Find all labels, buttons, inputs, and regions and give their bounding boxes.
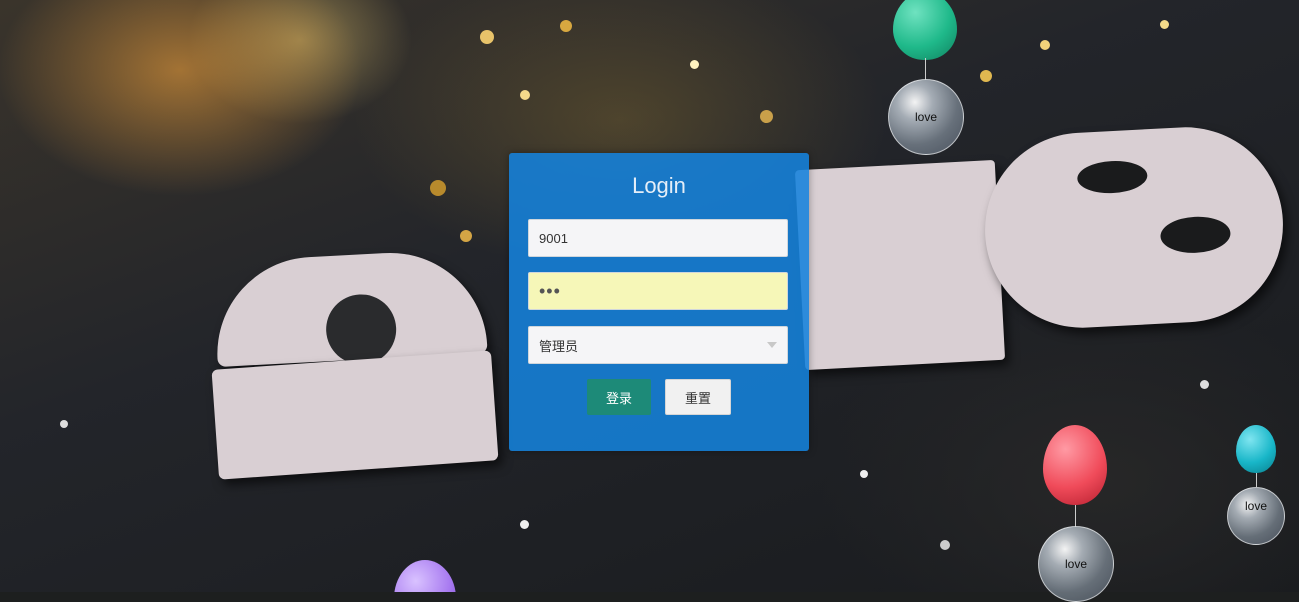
glitter-dot: [460, 230, 472, 242]
reset-button[interactable]: 重置: [665, 379, 731, 415]
login-title: Login: [632, 173, 686, 198]
digit-2-top: [212, 248, 488, 367]
glitter-dot: [560, 20, 572, 32]
digit-8: [980, 122, 1288, 333]
login-button[interactable]: 登录: [587, 379, 651, 415]
password-input[interactable]: [528, 272, 788, 310]
digit-2-base: [211, 350, 499, 480]
floating-balloon[interactable]: love: [1226, 425, 1286, 550]
glitter-dot: [980, 70, 992, 82]
digit-1: [794, 159, 1006, 371]
glitter-dot: [1040, 40, 1050, 50]
love-bubble: love: [1038, 526, 1114, 602]
floating-balloon[interactable]: love: [1036, 423, 1116, 602]
bubble-label: love: [914, 110, 937, 124]
login-panel: Login 管理员 登录 重置: [509, 153, 809, 451]
glitter-dot: [520, 90, 530, 100]
glitter-dot: [60, 420, 68, 428]
balloon-purple-icon: [394, 560, 456, 592]
balloon-green-icon: [893, 0, 957, 60]
glitter-dot: [480, 30, 494, 44]
bubble-label: love: [1064, 557, 1087, 571]
role-select[interactable]: 管理员: [528, 326, 788, 364]
glitter-dot: [1200, 380, 1209, 389]
glitter-dot: [520, 520, 529, 529]
username-input[interactable]: [528, 219, 788, 257]
glitter-dot: [690, 60, 699, 69]
glitter-dot: [760, 110, 773, 123]
balloon-string: [1256, 473, 1257, 487]
glitter-dot: [1160, 20, 1169, 29]
love-bubble: love: [1227, 487, 1285, 545]
bubble-label: love: [1244, 499, 1267, 513]
balloon-teal-icon: [1236, 425, 1276, 473]
floating-balloon[interactable]: love: [888, 0, 968, 160]
dropdown-arrow-icon: [767, 342, 777, 348]
glitter-dot: [860, 470, 868, 478]
glitter-dot: [940, 540, 950, 550]
love-bubble: love: [888, 79, 964, 155]
balloon-red-icon: [1043, 425, 1107, 505]
balloon-string: [925, 58, 926, 80]
balloon-string: [1075, 505, 1076, 527]
floating-balloon[interactable]: [392, 560, 462, 592]
glitter-dot: [430, 180, 446, 196]
role-select-value: 管理员: [539, 338, 579, 354]
